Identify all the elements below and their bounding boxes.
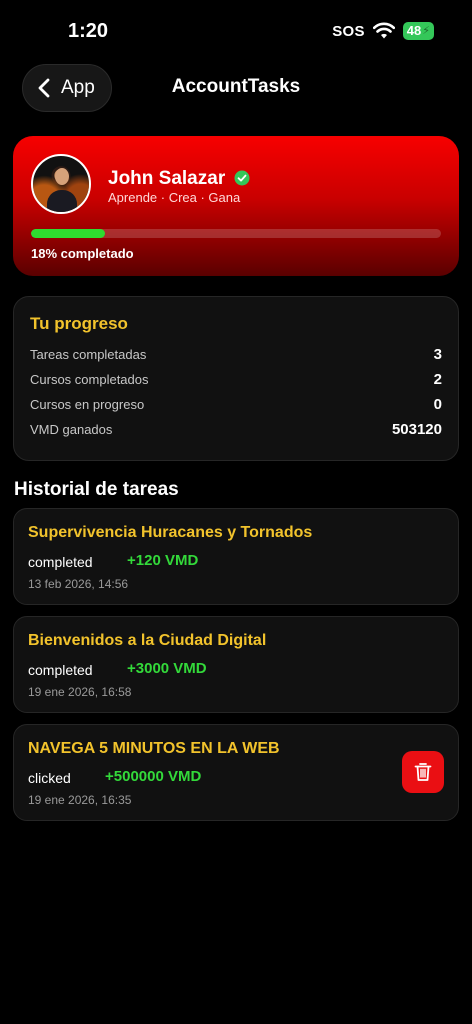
battery-indicator: 48 ⚡ [402, 22, 434, 40]
progress-bar [31, 229, 441, 238]
profile-card: John Salazar Aprende · Crea · Gana 18% c… [13, 136, 459, 276]
stat-row-courses-completed: Cursos completados 2 [30, 369, 442, 389]
wifi-icon [372, 22, 395, 39]
sos-indicator: SOS [332, 22, 365, 40]
task-reward: +120 VMD [127, 552, 199, 569]
verified-check-icon [234, 170, 250, 186]
history-title: Historial de tareas [14, 479, 179, 500]
profile-tagline: Aprende · Crea · Gana [108, 190, 241, 205]
stat-value: 2 [433, 370, 442, 388]
stat-label: VMD ganados [30, 421, 113, 437]
task-title: Bienvenidos a la Ciudad Digital [28, 632, 267, 649]
navigation-bar: App AccountTasks [0, 64, 472, 114]
stat-label: Cursos completados [30, 371, 149, 387]
stat-value: 0 [433, 395, 442, 413]
stat-value: 3 [433, 345, 442, 363]
status-time: 1:20 [68, 20, 109, 42]
task-date: 19 ene 2026, 16:58 [28, 685, 132, 699]
progress-fill [31, 229, 105, 238]
progress-stats-card: Tu progreso Tareas completadas 3 Cursos … [13, 296, 459, 461]
task-date: 13 feb 2026, 14:56 [28, 577, 129, 591]
status-bar: 1:20 SOS 48 ⚡ [0, 0, 472, 60]
task-title: NAVEGA 5 MINUTOS EN LA WEB [28, 740, 280, 757]
task-card[interactable]: Bienvenidos a la Ciudad Digital complete… [13, 616, 459, 713]
task-status: completed [28, 662, 93, 678]
stat-row-tasks-completed: Tareas completadas 3 [30, 344, 442, 364]
stats-title: Tu progreso [30, 314, 128, 333]
stat-row-courses-in-progress: Cursos en progreso 0 [30, 394, 442, 414]
trash-icon [414, 763, 432, 781]
progress-text: 18% completado [31, 246, 134, 261]
stat-label: Tareas completadas [30, 346, 147, 362]
avatar[interactable] [31, 154, 91, 214]
stat-label: Cursos en progreso [30, 396, 145, 412]
task-card[interactable]: NAVEGA 5 MINUTOS EN LA WEB clicked +5000… [13, 724, 459, 821]
task-date: 19 ene 2026, 16:35 [28, 793, 132, 807]
delete-task-button[interactable] [402, 751, 444, 793]
task-status: clicked [28, 770, 71, 786]
charging-bolt-icon: ⚡ [422, 25, 430, 37]
task-title: Supervivencia Huracanes y Tornados [28, 524, 313, 541]
status-indicators: SOS 48 ⚡ [332, 22, 434, 40]
stat-row-vmd-earned: VMD ganados 503120 [30, 419, 442, 439]
stat-value: 503120 [391, 420, 442, 438]
task-reward: +3000 VMD [127, 660, 207, 677]
profile-name: John Salazar [108, 168, 226, 189]
page-title: AccountTasks [171, 76, 301, 97]
battery-level: 48 [406, 23, 422, 38]
task-reward: +500000 VMD [105, 768, 202, 785]
task-status: completed [28, 554, 93, 570]
task-card[interactable]: Supervivencia Huracanes y Tornados compl… [13, 508, 459, 605]
